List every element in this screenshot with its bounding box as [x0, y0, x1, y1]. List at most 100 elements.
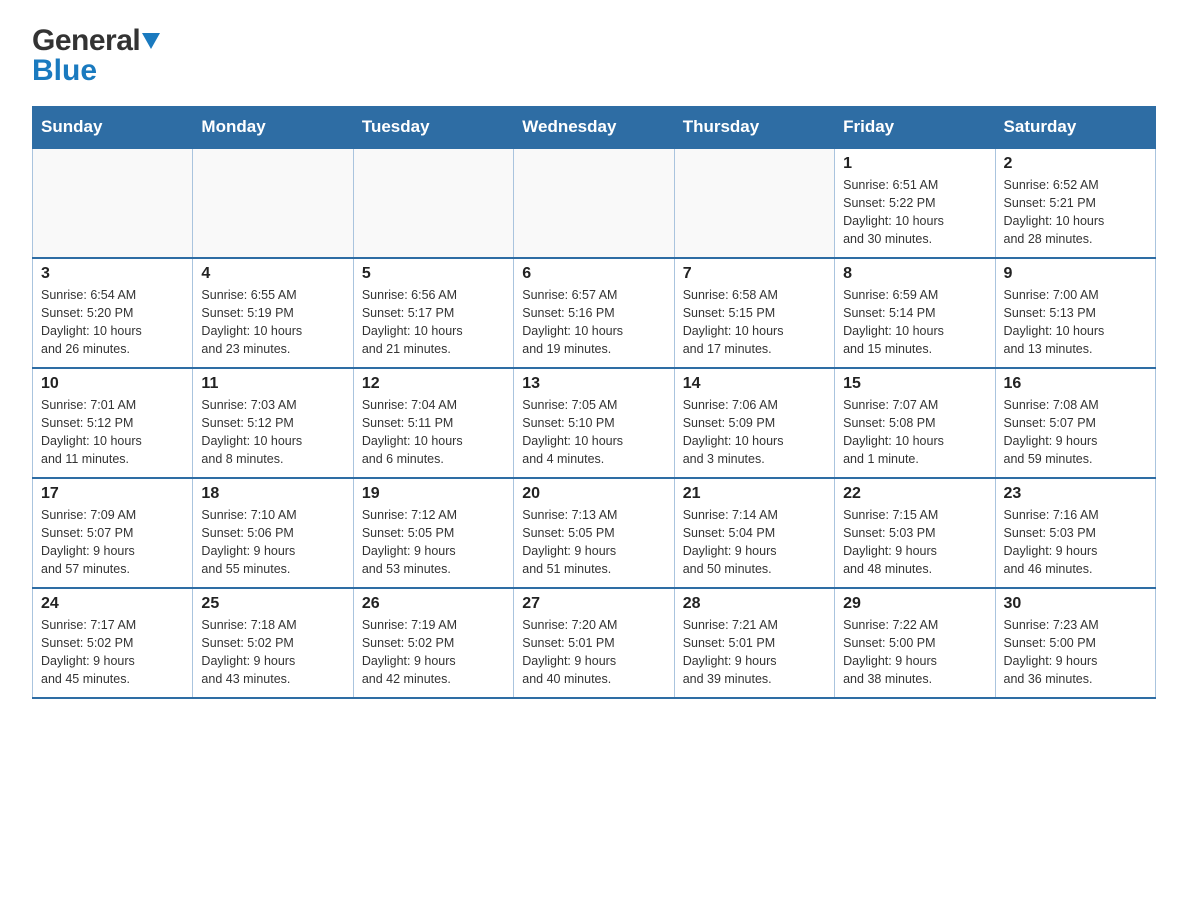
day-number: 9 — [1004, 265, 1147, 283]
day-info: Sunrise: 7:22 AM Sunset: 5:00 PM Dayligh… — [843, 616, 986, 689]
day-cell: 2Sunrise: 6:52 AM Sunset: 5:21 PM Daylig… — [995, 148, 1155, 258]
day-number: 10 — [41, 375, 184, 393]
weekday-header-row: SundayMondayTuesdayWednesdayThursdayFrid… — [33, 107, 1156, 149]
day-cell: 26 Sunrise: 7:19 AM Sunset: 5:02 PM Dayli… — [353, 588, 513, 698]
day-cell: 17Sunrise: 7:09 AM Sunset: 5:07 PM Dayli… — [33, 478, 193, 588]
calendar-table: SundayMondayTuesdayWednesdayThursdayFrid… — [32, 106, 1156, 699]
day-number: 24 — [41, 595, 184, 613]
day-info: Sunrise: 7:19 AM Sunset: 5:02 PM Dayligh… — [362, 616, 505, 689]
day-info: Sunrise: 6:58 AM Sunset: 5:15 PM Dayligh… — [683, 286, 826, 359]
day-info: Sunrise: 7:13 AM Sunset: 5:05 PM Dayligh… — [522, 506, 665, 579]
day-cell: 6 Sunrise: 6:57 AM Sunset: 5:16 PM Daylig… — [514, 258, 674, 368]
day-number: 8 — [843, 265, 986, 283]
day-number: 28 — [683, 595, 826, 613]
day-cell: 7 Sunrise: 6:58 AM Sunset: 5:15 PM Daylig… — [674, 258, 834, 368]
day-cell: 14 Sunrise: 7:06 AM Sunset: 5:09 PM Dayli… — [674, 368, 834, 478]
day-cell: 23 Sunrise: 7:16 AM Sunset: 5:03 PM Dayli… — [995, 478, 1155, 588]
weekday-header-saturday: Saturday — [995, 107, 1155, 149]
day-number: 14 — [683, 375, 826, 393]
day-number: 21 — [683, 485, 826, 503]
day-info: Sunrise: 7:14 AM Sunset: 5:04 PM Dayligh… — [683, 506, 826, 579]
day-info: Sunrise: 7:04 AM Sunset: 5:11 PM Dayligh… — [362, 396, 505, 469]
weekday-header-monday: Monday — [193, 107, 353, 149]
day-cell: 8 Sunrise: 6:59 AM Sunset: 5:14 PM Daylig… — [835, 258, 995, 368]
week-row-5: 24 Sunrise: 7:17 AM Sunset: 5:02 PM Dayli… — [33, 588, 1156, 698]
day-info: Sunrise: 7:07 AM Sunset: 5:08 PM Dayligh… — [843, 396, 986, 469]
weekday-header-wednesday: Wednesday — [514, 107, 674, 149]
day-info: Sunrise: 6:51 AM Sunset: 5:22 PM Dayligh… — [843, 176, 986, 249]
day-cell: 1Sunrise: 6:51 AM Sunset: 5:22 PM Daylig… — [835, 148, 995, 258]
day-number: 26 — [362, 595, 505, 613]
day-cell: 10 Sunrise: 7:01 AM Sunset: 5:12 PM Dayli… — [33, 368, 193, 478]
day-info: Sunrise: 6:54 AM Sunset: 5:20 PM Dayligh… — [41, 286, 184, 359]
day-info: Sunrise: 7:15 AM Sunset: 5:03 PM Dayligh… — [843, 506, 986, 579]
logo: General Blue — [32, 24, 160, 88]
day-number: 7 — [683, 265, 826, 283]
day-info: Sunrise: 6:59 AM Sunset: 5:14 PM Dayligh… — [843, 286, 986, 359]
day-info: Sunrise: 7:16 AM Sunset: 5:03 PM Dayligh… — [1004, 506, 1147, 579]
day-cell: 27 Sunrise: 7:20 AM Sunset: 5:01 PM Dayli… — [514, 588, 674, 698]
day-cell: 5 Sunrise: 6:56 AM Sunset: 5:17 PM Daylig… — [353, 258, 513, 368]
logo-general-text: General — [32, 24, 140, 58]
day-number: 22 — [843, 485, 986, 503]
day-info: Sunrise: 7:03 AM Sunset: 5:12 PM Dayligh… — [201, 396, 344, 469]
day-info: Sunrise: 7:12 AM Sunset: 5:05 PM Dayligh… — [362, 506, 505, 579]
day-number: 27 — [522, 595, 665, 613]
day-cell: 19 Sunrise: 7:12 AM Sunset: 5:05 PM Dayli… — [353, 478, 513, 588]
weekday-header-tuesday: Tuesday — [353, 107, 513, 149]
day-cell — [193, 148, 353, 258]
day-info: Sunrise: 7:09 AM Sunset: 5:07 PM Dayligh… — [41, 506, 184, 579]
day-cell: 11 Sunrise: 7:03 AM Sunset: 5:12 PM Dayli… — [193, 368, 353, 478]
day-cell: 29 Sunrise: 7:22 AM Sunset: 5:00 PM Dayli… — [835, 588, 995, 698]
day-cell — [353, 148, 513, 258]
day-info: Sunrise: 7:21 AM Sunset: 5:01 PM Dayligh… — [683, 616, 826, 689]
day-cell — [514, 148, 674, 258]
logo-blue-text: Blue — [32, 54, 97, 87]
day-cell: 28 Sunrise: 7:21 AM Sunset: 5:01 PM Dayli… — [674, 588, 834, 698]
day-number: 11 — [201, 375, 344, 393]
day-info: Sunrise: 7:17 AM Sunset: 5:02 PM Dayligh… — [41, 616, 184, 689]
week-row-2: 3Sunrise: 6:54 AM Sunset: 5:20 PM Daylig… — [33, 258, 1156, 368]
day-number: 5 — [362, 265, 505, 283]
day-info: Sunrise: 7:23 AM Sunset: 5:00 PM Dayligh… — [1004, 616, 1147, 689]
day-cell: 25Sunrise: 7:18 AM Sunset: 5:02 PM Dayli… — [193, 588, 353, 698]
day-number: 20 — [522, 485, 665, 503]
week-row-4: 17Sunrise: 7:09 AM Sunset: 5:07 PM Dayli… — [33, 478, 1156, 588]
day-number: 23 — [1004, 485, 1147, 503]
day-number: 12 — [362, 375, 505, 393]
logo-arrow-icon — [142, 33, 160, 54]
day-info: Sunrise: 6:55 AM Sunset: 5:19 PM Dayligh… — [201, 286, 344, 359]
day-cell: 13 Sunrise: 7:05 AM Sunset: 5:10 PM Dayli… — [514, 368, 674, 478]
day-info: Sunrise: 7:20 AM Sunset: 5:01 PM Dayligh… — [522, 616, 665, 689]
day-cell: 22 Sunrise: 7:15 AM Sunset: 5:03 PM Dayli… — [835, 478, 995, 588]
day-number: 6 — [522, 265, 665, 283]
week-row-3: 10 Sunrise: 7:01 AM Sunset: 5:12 PM Dayli… — [33, 368, 1156, 478]
day-number: 16 — [1004, 375, 1147, 393]
day-info: Sunrise: 7:01 AM Sunset: 5:12 PM Dayligh… — [41, 396, 184, 469]
day-number: 13 — [522, 375, 665, 393]
week-row-1: 1Sunrise: 6:51 AM Sunset: 5:22 PM Daylig… — [33, 148, 1156, 258]
weekday-header-thursday: Thursday — [674, 107, 834, 149]
day-number: 4 — [201, 265, 344, 283]
day-info: Sunrise: 6:56 AM Sunset: 5:17 PM Dayligh… — [362, 286, 505, 359]
day-number: 30 — [1004, 595, 1147, 613]
day-info: Sunrise: 6:57 AM Sunset: 5:16 PM Dayligh… — [522, 286, 665, 359]
day-number: 19 — [362, 485, 505, 503]
day-cell: 16 Sunrise: 7:08 AM Sunset: 5:07 PM Dayli… — [995, 368, 1155, 478]
day-info: Sunrise: 7:05 AM Sunset: 5:10 PM Dayligh… — [522, 396, 665, 469]
day-cell: 18Sunrise: 7:10 AM Sunset: 5:06 PM Dayli… — [193, 478, 353, 588]
day-info: Sunrise: 7:18 AM Sunset: 5:02 PM Dayligh… — [201, 616, 344, 689]
day-cell: 30 Sunrise: 7:23 AM Sunset: 5:00 PM Dayli… — [995, 588, 1155, 698]
page-header: General Blue — [32, 24, 1156, 88]
day-number: 2 — [1004, 155, 1147, 173]
day-cell: 20 Sunrise: 7:13 AM Sunset: 5:05 PM Dayli… — [514, 478, 674, 588]
day-cell: 9 Sunrise: 7:00 AM Sunset: 5:13 PM Daylig… — [995, 258, 1155, 368]
day-cell — [33, 148, 193, 258]
day-number: 15 — [843, 375, 986, 393]
day-number: 29 — [843, 595, 986, 613]
day-cell: 4 Sunrise: 6:55 AM Sunset: 5:19 PM Daylig… — [193, 258, 353, 368]
day-info: Sunrise: 7:00 AM Sunset: 5:13 PM Dayligh… — [1004, 286, 1147, 359]
day-info: Sunrise: 7:06 AM Sunset: 5:09 PM Dayligh… — [683, 396, 826, 469]
day-info: Sunrise: 7:08 AM Sunset: 5:07 PM Dayligh… — [1004, 396, 1147, 469]
day-number: 18 — [201, 485, 344, 503]
